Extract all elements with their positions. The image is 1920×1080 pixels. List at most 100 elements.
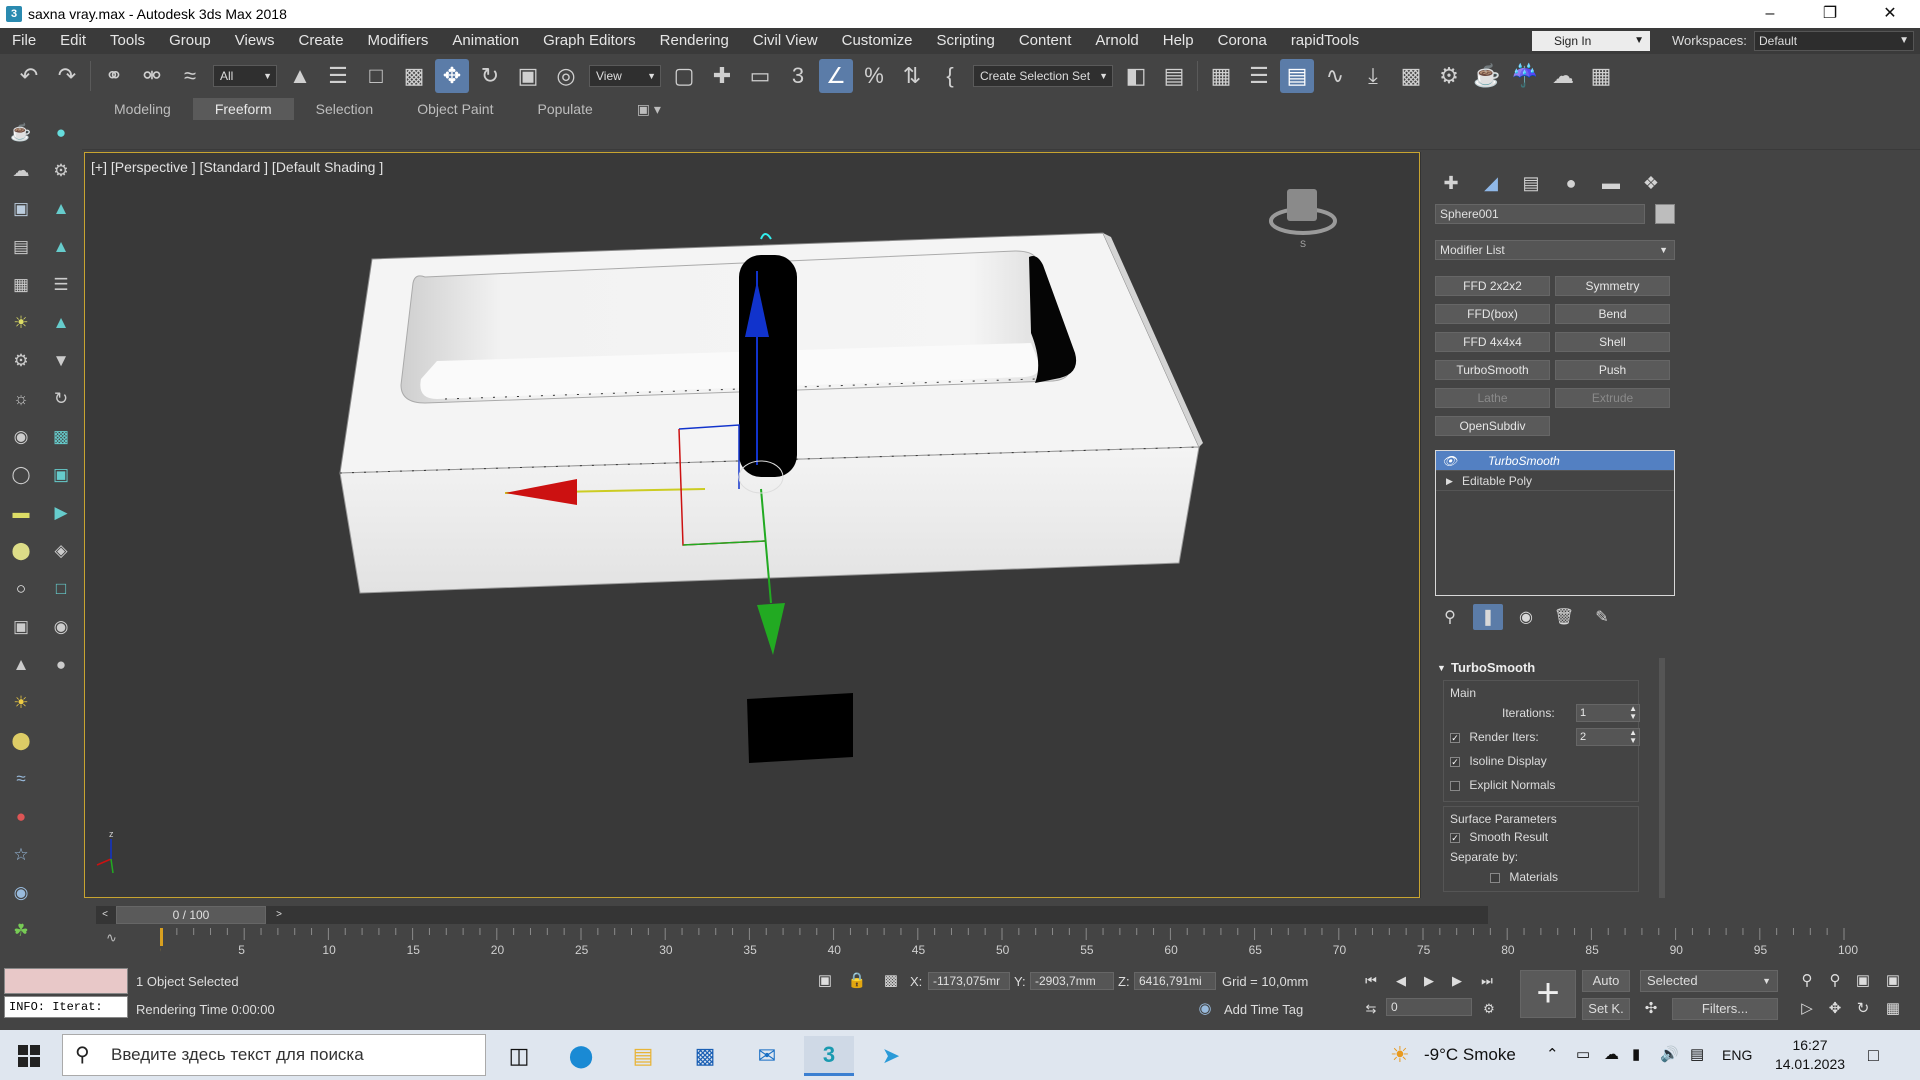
menu-file[interactable]: File <box>0 28 48 54</box>
maximize-viewport-icon[interactable]: ▦ <box>1882 998 1904 1020</box>
object-name-field[interactable]: Sphere001 <box>1435 204 1645 224</box>
set-key-big-icon[interactable]: + <box>1520 970 1576 1018</box>
modifier-button-symmetry[interactable]: Symmetry <box>1555 276 1670 296</box>
stack-item-editable-poly[interactable]: ▶ Editable Poly <box>1436 471 1674 491</box>
tray-expand-icon[interactable]: ⌃ <box>1546 1030 1559 1080</box>
sun-icon[interactable]: ☀ <box>8 690 34 716</box>
ribbon-toggle-icon[interactable]: ▤ <box>1280 59 1314 93</box>
pin-stack-icon[interactable]: ⚲ <box>1435 604 1465 630</box>
mirror-icon[interactable]: ◧ <box>1119 59 1153 93</box>
tab-freeform[interactable]: Freeform <box>192 98 294 120</box>
modifier-button-bend[interactable]: Bend <box>1555 304 1670 324</box>
menu-group[interactable]: Group <box>157 28 223 54</box>
windows-start-icon[interactable] <box>18 1045 40 1067</box>
dome-icon[interactable]: ◈ <box>48 538 74 564</box>
move-icon[interactable]: ✥ <box>435 59 469 93</box>
previous-frame-icon[interactable]: ◀ <box>1390 970 1412 992</box>
plant-icon[interactable]: ☘ <box>8 918 34 944</box>
command-panel-scrollbar[interactable] <box>1659 658 1665 898</box>
projector-icon[interactable]: ◯ <box>8 462 34 488</box>
zoom-all-icon[interactable]: ⚲ <box>1824 970 1846 992</box>
scale-icon[interactable]: ▣ <box>511 59 545 93</box>
stack-item-turbosmooth[interactable]: 👁 TurboSmooth <box>1436 451 1674 471</box>
task-view-icon[interactable]: ◫ <box>494 1036 544 1076</box>
modifier-button-push[interactable]: Push <box>1555 360 1670 380</box>
modify-tab-icon[interactable]: ◢ <box>1475 170 1507 196</box>
motion-tab-icon[interactable]: ● <box>1555 170 1587 196</box>
show-end-result-icon[interactable]: ❚ <box>1473 604 1503 630</box>
cone-icon[interactable]: ▲ <box>8 652 34 678</box>
modifier-button-ffd-4x4x4[interactable]: FFD 4x4x4 <box>1435 332 1550 352</box>
explicit-normals-checkbox[interactable] <box>1450 780 1460 791</box>
z-coordinate-field[interactable]: 6416,791mi <box>1134 972 1216 990</box>
sticky-note-icon[interactable]: ▬ <box>8 500 34 526</box>
hierarchy-tab-icon[interactable]: ▤ <box>1515 170 1547 196</box>
helper-icon[interactable]: ⚙ <box>8 348 34 374</box>
cloud-icon[interactable]: ☁ <box>8 158 34 184</box>
select-object-icon[interactable]: ▲ <box>283 59 317 93</box>
render-online-icon[interactable]: ▦ <box>1584 59 1618 93</box>
sign-in-dropdown[interactable]: Sign In ▼ <box>1532 31 1650 51</box>
field-of-view-icon[interactable]: ▷ <box>1796 998 1818 1020</box>
perspective-viewport[interactable]: S z [+] [Perspective ] [Standard ] [Defa… <box>84 152 1420 898</box>
schematic-view-icon[interactable]: ⤓ <box>1356 59 1390 93</box>
cloud-sync-icon[interactable]: ☁ <box>1604 1030 1619 1080</box>
isoline-display-checkbox[interactable]: ✓ <box>1450 756 1460 767</box>
car-icon[interactable]: ▣ <box>8 614 34 640</box>
place-icon[interactable]: ◎ <box>549 59 583 93</box>
network-icon[interactable]: ☆ <box>8 842 34 868</box>
weather-icon[interactable]: ☀ <box>1390 1030 1410 1080</box>
menu-animation[interactable]: Animation <box>440 28 531 54</box>
modifier-button-shell[interactable]: Shell <box>1555 332 1670 352</box>
volume-icon[interactable]: 🔊 <box>1660 1030 1679 1080</box>
sphere-icon[interactable]: ⬤ <box>8 538 34 564</box>
time-slider-right-arrow[interactable]: > <box>270 906 288 924</box>
globe-icon[interactable]: ◉ <box>8 880 34 906</box>
edge-browser-icon[interactable]: ⬤ <box>556 1036 606 1076</box>
snaps-toggle-icon[interactable]: 3 <box>781 59 815 93</box>
gear-icon[interactable]: ⚙ <box>48 158 74 184</box>
close-button[interactable]: ✕ <box>1860 0 1920 28</box>
box-icon[interactable]: ▩ <box>48 424 74 450</box>
tape-icon[interactable]: ▼ <box>48 348 74 374</box>
named-selection-icon[interactable]: { <box>933 59 967 93</box>
auto-key-button[interactable]: Auto <box>1582 970 1630 992</box>
add-time-tag[interactable]: Add Time Tag <box>1224 1002 1303 1017</box>
light-icon[interactable]: ☀ <box>8 310 34 336</box>
current-frame-marker[interactable] <box>160 928 163 946</box>
menu-rendering[interactable]: Rendering <box>648 28 741 54</box>
image-icon[interactable]: ▣ <box>8 196 34 222</box>
menu-create[interactable]: Create <box>287 28 356 54</box>
eye-icon[interactable]: 👁 <box>1442 451 1457 471</box>
curve-editor-mini-icon[interactable]: ∿ <box>106 930 117 946</box>
time-slider-track[interactable] <box>96 906 1488 924</box>
frame-icon[interactable]: □ <box>48 576 74 602</box>
undo-icon[interactable]: ↶ <box>12 59 46 93</box>
modifier-button-ffd-2x2x2[interactable]: FFD 2x2x2 <box>1435 276 1550 296</box>
viewport-label[interactable]: [+] [Perspective ] [Standard ] [Default … <box>91 159 383 175</box>
workspace-select[interactable]: Default ▼ <box>1754 31 1914 51</box>
render-production-icon[interactable]: ☔ <box>1508 59 1542 93</box>
menu-arnold[interactable]: Arnold <box>1083 28 1150 54</box>
layers-icon[interactable]: ☰ <box>1242 59 1276 93</box>
rollout-header[interactable]: ▼ TurboSmooth <box>1435 658 1647 678</box>
eye-icon[interactable]: ◉ <box>48 614 74 640</box>
materials-checkbox[interactable] <box>1490 872 1500 883</box>
smooth-result-checkbox[interactable]: ✓ <box>1450 832 1460 843</box>
menu-customize[interactable]: Customize <box>830 28 925 54</box>
modifier-button-extrude[interactable]: Extrude <box>1555 388 1670 408</box>
tab-selection[interactable]: Selection <box>294 98 396 120</box>
time-tag-icon[interactable]: ◉ <box>1194 998 1216 1020</box>
menu-tools[interactable]: Tools <box>98 28 157 54</box>
lock-icon[interactable]: 🔒 <box>846 970 868 992</box>
time-slider-thumb[interactable]: 0 / 100 <box>116 906 266 924</box>
render-iters-checkbox[interactable]: ✓ <box>1450 732 1460 743</box>
pan-icon[interactable]: ✥ <box>1824 998 1846 1020</box>
ribbon-options-icon[interactable]: ▣ ▾ <box>615 98 683 120</box>
angle-snap-icon[interactable]: ∠ <box>819 59 853 93</box>
render-iters-spinner[interactable]: 2 ▲ ▼ <box>1576 728 1640 746</box>
modifier-list-dropdown[interactable]: Modifier List ▼ <box>1435 240 1675 260</box>
align-icon[interactable]: ▤ <box>1157 59 1191 93</box>
absolute-mode-icon[interactable]: ▩ <box>880 970 902 992</box>
render-iterative-icon[interactable]: ☁ <box>1546 59 1580 93</box>
